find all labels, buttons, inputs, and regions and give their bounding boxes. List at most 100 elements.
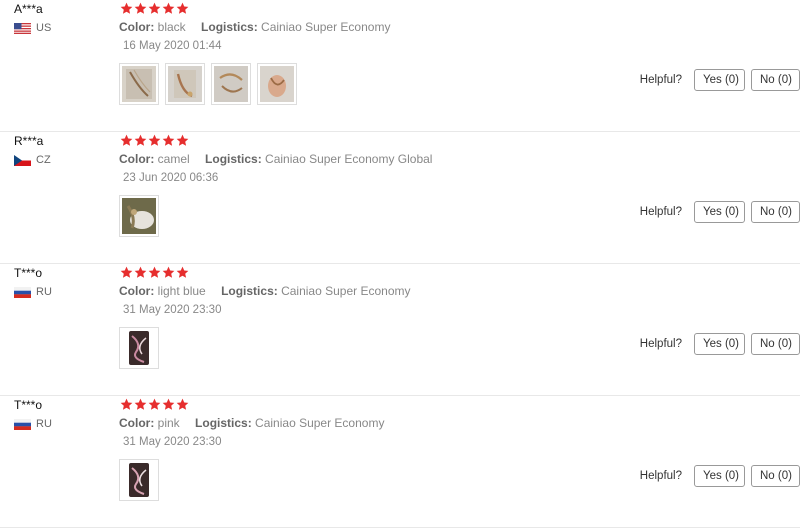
review-photos <box>119 327 165 369</box>
cz-flag-icon <box>14 154 31 166</box>
review-date: 23 Jun 2020 06:36 <box>123 172 219 184</box>
review-photo-thumbnail[interactable] <box>119 195 159 237</box>
color-value: pink <box>157 416 180 430</box>
helpful-label: Helpful? <box>639 470 682 482</box>
review-item: T***o RU Color: pink Logistics: Cainiao … <box>0 396 800 528</box>
star-icon <box>134 266 147 278</box>
star-icon <box>176 398 189 410</box>
helpful-no-button[interactable]: No (0) <box>751 465 800 487</box>
star-icon <box>120 398 133 410</box>
star-icon <box>162 2 175 14</box>
reviewer-country: RU <box>14 286 52 298</box>
star-icon <box>148 266 161 278</box>
logistics-label: Logistics: <box>201 20 258 34</box>
review-date: 31 May 2020 23:30 <box>123 304 222 316</box>
reviewer-name: A***a <box>14 2 43 16</box>
color-label: Color: <box>119 20 155 34</box>
color-value: light blue <box>157 284 206 298</box>
review-attributes: Color: black Logistics: Cainiao Super Ec… <box>119 20 402 34</box>
helpful-vote: Helpful? Yes (0) No (0) <box>640 333 800 355</box>
reviewer-name: T***o <box>14 398 43 412</box>
color-label: Color: <box>119 152 155 166</box>
review-item: T***o RU Color: light blue Logistics: Ca… <box>0 264 800 396</box>
country-code: US <box>36 22 52 34</box>
helpful-yes-button[interactable]: Yes (0) <box>694 333 745 355</box>
review-date: 16 May 2020 01:44 <box>123 40 222 52</box>
star-icon <box>134 398 147 410</box>
review-photos <box>119 63 303 105</box>
star-icon <box>162 134 175 146</box>
logistics-label: Logistics: <box>195 416 252 430</box>
logistics-value: Cainiao Super Economy <box>261 20 391 34</box>
us-flag-icon <box>14 22 31 34</box>
star-icon <box>134 2 147 14</box>
helpful-label: Helpful? <box>639 74 682 86</box>
review-item: A***a US Color: black Logistics: Cainiao… <box>0 0 800 132</box>
review-attributes: Color: light blue Logistics: Cainiao Sup… <box>119 284 422 298</box>
star-icon <box>148 134 161 146</box>
logistics-value: Cainiao Super Economy <box>255 416 385 430</box>
helpful-vote: Helpful? Yes (0) No (0) <box>640 69 800 91</box>
helpful-yes-button[interactable]: Yes (0) <box>694 69 745 91</box>
review-item: R***a CZ Color: camel Logistics: Cainiao… <box>0 132 800 264</box>
star-icon <box>176 2 189 14</box>
color-label: Color: <box>119 284 155 298</box>
ru-flag-icon <box>14 286 31 298</box>
star-rating <box>120 134 190 147</box>
helpful-yes-button[interactable]: Yes (0) <box>694 465 745 487</box>
necklace-photo <box>168 66 202 102</box>
reviewer-name: T***o <box>14 266 43 280</box>
star-icon <box>162 266 175 278</box>
product-photo <box>122 198 156 234</box>
star-rating <box>120 266 190 279</box>
reviewer-country: US <box>14 22 51 34</box>
country-code: CZ <box>36 154 51 166</box>
review-photo-thumbnail[interactable] <box>165 63 205 105</box>
star-icon <box>120 2 133 14</box>
color-value: black <box>157 20 186 34</box>
star-icon <box>148 2 161 14</box>
reviewer-name: R***a <box>14 134 44 148</box>
helpful-no-button[interactable]: No (0) <box>751 201 800 223</box>
review-date: 31 May 2020 23:30 <box>123 436 222 448</box>
review-photo-thumbnail[interactable] <box>119 459 159 501</box>
color-value: camel <box>157 152 190 166</box>
star-icon <box>176 266 189 278</box>
review-photo-thumbnail[interactable] <box>257 63 297 105</box>
helpful-no-button[interactable]: No (0) <box>751 69 800 91</box>
logistics-label: Logistics: <box>221 284 278 298</box>
star-icon <box>162 398 175 410</box>
star-icon <box>148 398 161 410</box>
star-icon <box>134 134 147 146</box>
helpful-vote: Helpful? Yes (0) No (0) <box>640 465 800 487</box>
hand-with-necklace-photo <box>260 66 294 102</box>
helpful-yes-button[interactable]: Yes (0) <box>694 201 745 223</box>
helpful-label: Helpful? <box>639 338 682 350</box>
star-rating <box>120 2 190 15</box>
star-icon <box>176 134 189 146</box>
reviewer-country: RU <box>14 418 52 430</box>
review-photo-thumbnail[interactable] <box>119 63 159 105</box>
review-attributes: Color: camel Logistics: Cainiao Super Ec… <box>119 152 444 166</box>
review-photos <box>119 195 165 237</box>
ru-flag-icon <box>14 418 31 430</box>
helpful-label: Helpful? <box>639 206 682 218</box>
helpful-no-button[interactable]: No (0) <box>751 333 800 355</box>
star-icon <box>120 266 133 278</box>
country-code: RU <box>36 286 52 298</box>
helpful-vote: Helpful? Yes (0) No (0) <box>640 201 800 223</box>
star-icon <box>120 134 133 146</box>
review-photo-thumbnail[interactable] <box>119 327 159 369</box>
review-attributes: Color: pink Logistics: Cainiao Super Eco… <box>119 416 396 430</box>
necklace-photo <box>122 66 156 102</box>
logistics-value: Cainiao Super Economy <box>281 284 411 298</box>
review-photos <box>119 459 165 501</box>
necklace-photo <box>214 66 248 102</box>
review-photo-thumbnail[interactable] <box>211 63 251 105</box>
reviewer-country: CZ <box>14 154 51 166</box>
star-rating <box>120 398 190 411</box>
logistics-label: Logistics: <box>205 152 262 166</box>
country-code: RU <box>36 418 52 430</box>
product-photo <box>122 330 156 366</box>
logistics-value: Cainiao Super Economy Global <box>265 152 433 166</box>
